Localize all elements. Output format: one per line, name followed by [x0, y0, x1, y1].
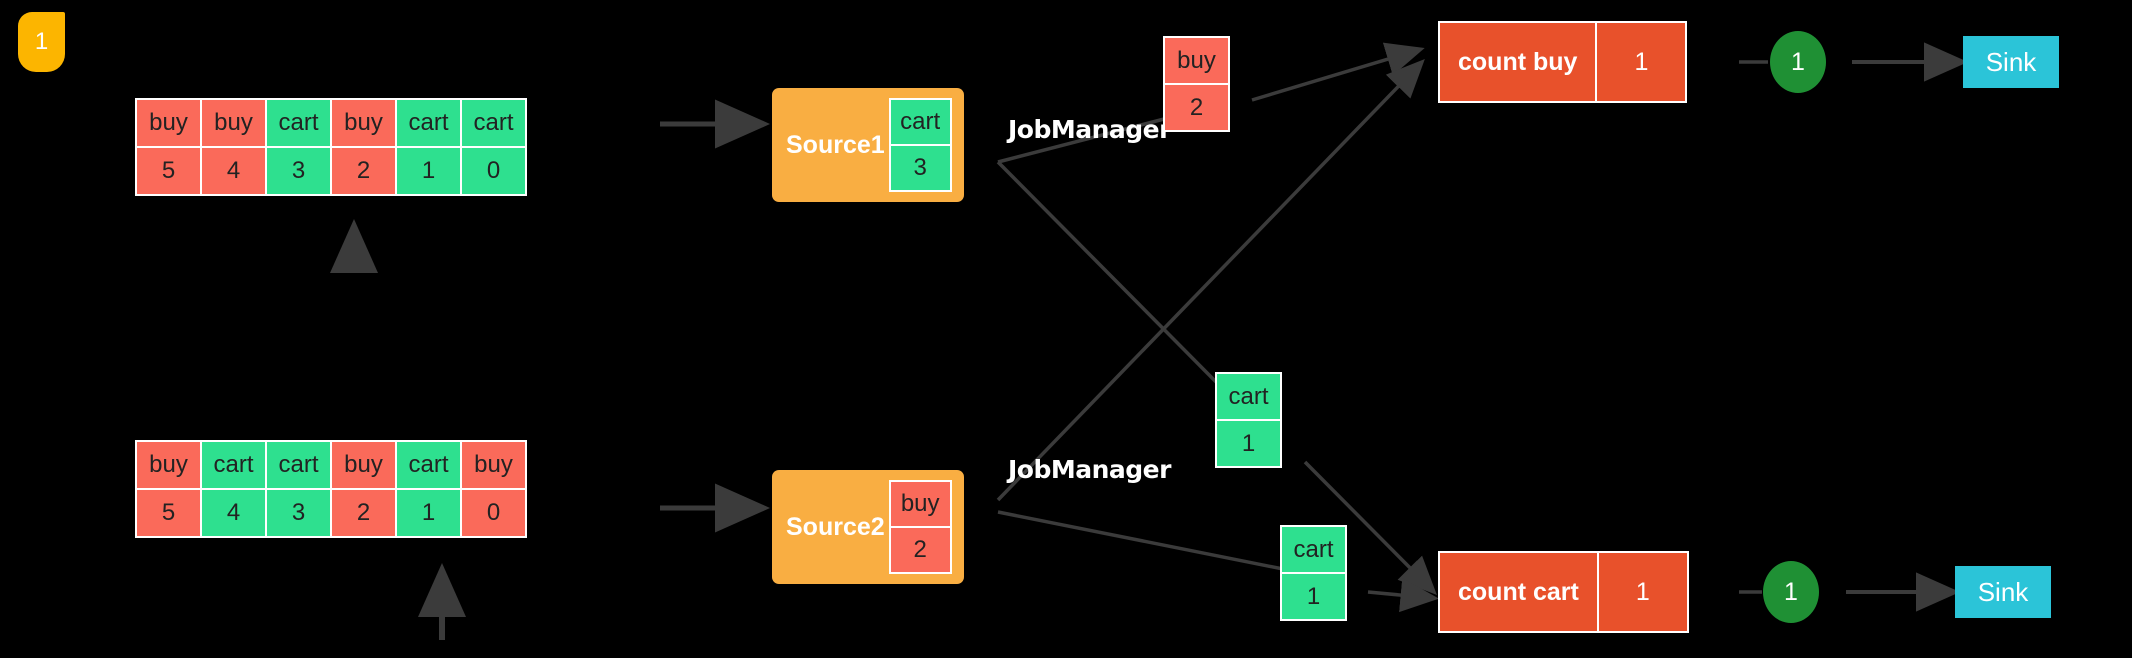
queue-cell-value: 4 — [202, 490, 265, 536]
source1-record-value: 3 — [890, 146, 950, 190]
queue-cell-label: buy — [137, 442, 200, 488]
queue-cell-value: 1 — [397, 148, 460, 194]
queue-cell-value: 1 — [397, 490, 460, 536]
queue-cell-label: buy — [137, 100, 200, 146]
queue-cell: cart 1 — [397, 442, 460, 536]
operator-sink-top[interactable]: Sink — [1963, 36, 2059, 88]
jobmanager-label-top: JobManager — [1008, 115, 1171, 144]
source1-buffered-record: cart 3 — [888, 98, 952, 192]
queue-cell-value: 2 — [332, 490, 395, 536]
queue-cell-label: buy — [332, 442, 395, 488]
queue-cell: cart 0 — [462, 100, 525, 194]
jobmanager-label-bottom: JobManager — [1008, 455, 1171, 484]
count-cart-label: count cart — [1440, 553, 1597, 631]
queue-cell-label: buy — [462, 442, 525, 488]
sink-bottom-label: Sink — [1977, 576, 2029, 607]
queue-cell-value: 5 — [137, 148, 200, 194]
inflight-record-cart-1-mid-label: cart — [1217, 374, 1280, 419]
operator-source1[interactable]: Source1 cart 3 — [772, 88, 964, 202]
counter-bubble-top: 1 — [1770, 31, 1826, 93]
inflight-record-cart-1-mid: cart 1 — [1215, 372, 1282, 468]
step-badge-label: 1 — [34, 28, 49, 55]
queue-cell-label: cart — [267, 442, 330, 488]
queue-cell-value: 0 — [462, 490, 525, 536]
queue-cell-label: cart — [397, 100, 460, 146]
queue-cell: buy 5 — [137, 100, 200, 194]
queue-cell: cart 4 — [202, 442, 265, 536]
queue-cell-value: 3 — [267, 148, 330, 194]
diagram-canvas: 1 buy 5 buy 4 cart 3 buy 2 cart 1 cart 0 buy 5 cart 4 c… — [0, 0, 2132, 658]
queue-cell-value: 4 — [202, 148, 265, 194]
queue-cell-label: buy — [332, 100, 395, 146]
count-buy-value: 1 — [1597, 23, 1686, 101]
queue-cell: cart 3 — [267, 100, 330, 194]
operator-sink-bottom[interactable]: Sink — [1955, 566, 2051, 618]
counter-bubble-top-label: 1 — [1791, 47, 1805, 76]
inflight-record-cart-1-low-value: 1 — [1282, 574, 1345, 619]
queue-cell: cart 1 — [397, 100, 460, 194]
inflight-record-buy-2-label: buy — [1165, 38, 1228, 83]
inflight-record-cart-1-low: cart 1 — [1280, 525, 1347, 621]
source2-buffered-record: buy 2 — [888, 480, 952, 574]
queue-cell-value: 5 — [137, 490, 200, 536]
queue-cell: cart 3 — [267, 442, 330, 536]
queue-cell-label: cart — [397, 442, 460, 488]
source1-label: Source1 — [786, 130, 885, 159]
queue-cell-value: 0 — [462, 148, 525, 194]
inflight-record-buy-2-value: 2 — [1165, 85, 1228, 130]
queue-cell-label: cart — [202, 442, 265, 488]
operator-count-buy[interactable]: count buy 1 — [1438, 21, 1688, 103]
queue-cell-label: cart — [267, 100, 330, 146]
source2-record-value: 2 — [890, 528, 950, 572]
count-cart-value: 1 — [1598, 553, 1687, 631]
source2-record-label: buy — [890, 482, 950, 526]
counter-bubble-bottom-label: 1 — [1784, 577, 1798, 606]
input-queue-bottom: buy 5 cart 4 cart 3 buy 2 cart 1 buy 0 — [135, 440, 527, 538]
queue-cell-value: 2 — [332, 148, 395, 194]
operator-count-cart[interactable]: count cart 1 — [1438, 551, 1689, 633]
inflight-record-buy-2: buy 2 — [1163, 36, 1230, 132]
queue-cell-value: 3 — [267, 490, 330, 536]
input-queue-top: buy 5 buy 4 cart 3 buy 2 cart 1 cart 0 — [135, 98, 527, 196]
inflight-record-cart-1-low-label: cart — [1282, 527, 1345, 572]
count-buy-label: count buy — [1440, 23, 1596, 101]
source2-label: Source2 — [786, 512, 885, 541]
source1-record-label: cart — [890, 100, 950, 144]
queue-cell: buy 0 — [462, 442, 525, 536]
queue-cell: buy 2 — [332, 100, 395, 194]
queue-cell-label: buy — [202, 100, 265, 146]
step-badge: 1 — [18, 12, 65, 72]
counter-bubble-bottom: 1 — [1763, 561, 1819, 623]
inflight-record-cart-1-mid-value: 1 — [1217, 421, 1280, 466]
sink-top-label: Sink — [1985, 46, 2037, 77]
queue-cell: buy 5 — [137, 442, 200, 536]
queue-cell: buy 2 — [332, 442, 395, 536]
operator-source2[interactable]: Source2 buy 2 — [772, 470, 964, 584]
queue-cell: buy 4 — [202, 100, 265, 194]
queue-cell-label: cart — [462, 100, 525, 146]
